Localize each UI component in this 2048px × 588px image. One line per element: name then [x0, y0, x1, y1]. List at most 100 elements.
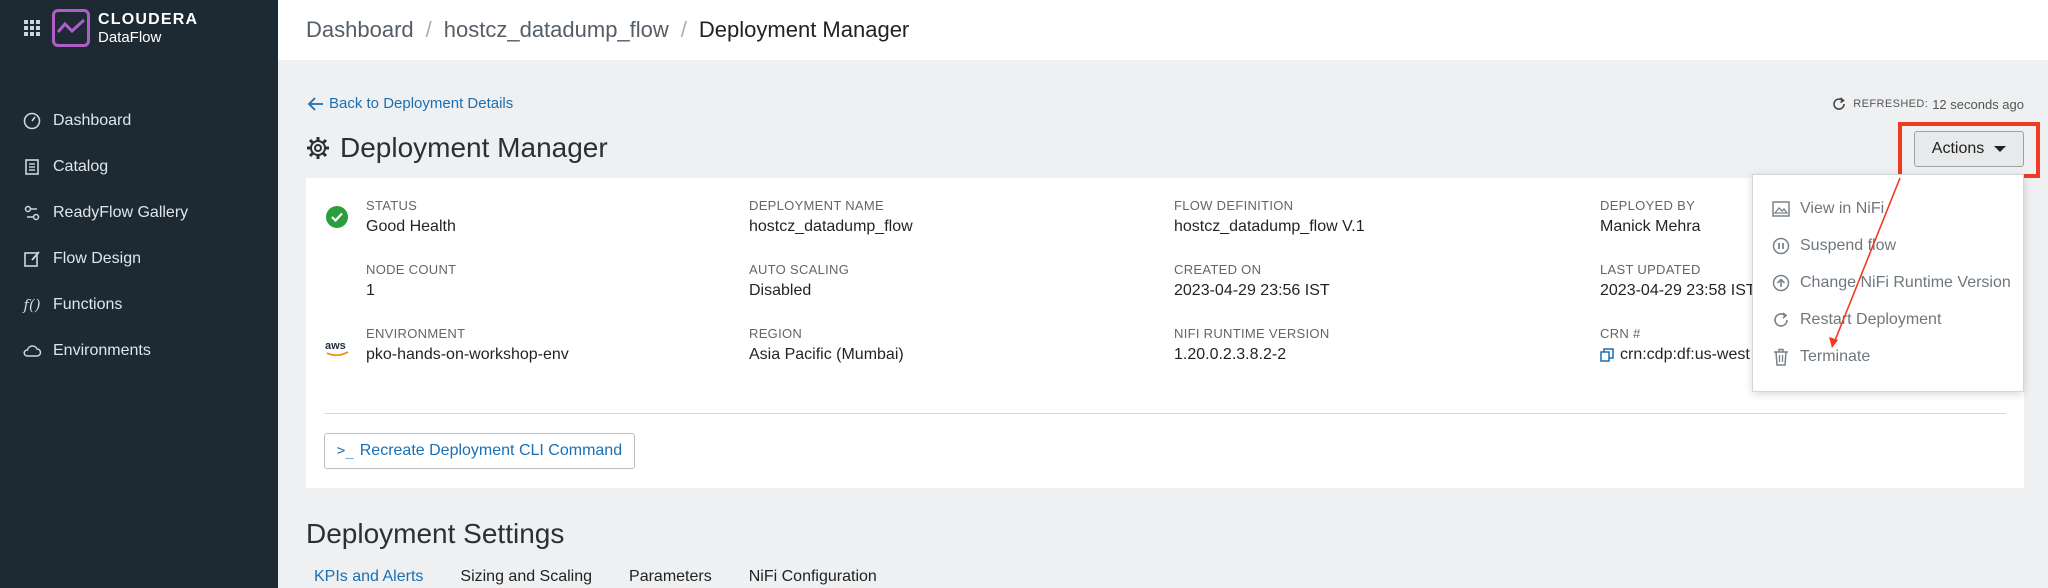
dashboard-gauge-icon: [22, 111, 42, 131]
menu-item-suspend-flow[interactable]: Suspend flow: [1771, 236, 1896, 256]
image-icon: [1771, 199, 1791, 219]
menu-item-terminate[interactable]: Terminate: [1771, 347, 1870, 367]
pause-circle-icon: [1771, 236, 1791, 256]
trash-icon: [1771, 347, 1791, 367]
app-grid-icon[interactable]: [24, 20, 40, 36]
refresh-icon[interactable]: [1831, 96, 1847, 112]
nifi-runtime-version-field: NIFI RUNTIME VERSION 1.20.0.2.3.8.2-2: [1174, 326, 1330, 364]
menu-item-label: Suspend flow: [1800, 237, 1897, 254]
auto-scaling-field: AUTO SCALING Disabled: [749, 262, 849, 300]
field-value: 2023-04-29 23:58 IST: [1600, 282, 1756, 299]
sidebar-item-functions[interactable]: f() Functions: [0, 282, 278, 328]
breadcrumb-separator: /: [680, 17, 687, 42]
field-value: pko-hands-on-workshop-env: [366, 346, 569, 363]
flow-design-icon: [22, 249, 42, 269]
status-field: STATUS Good Health: [366, 198, 456, 236]
sidebar-item-catalog[interactable]: Catalog: [0, 144, 278, 190]
sidebar-item-label: ReadyFlow Gallery: [53, 204, 189, 221]
deployed-by-field: DEPLOYED BY Manick Mehra: [1600, 198, 1700, 236]
product-name: DataFlow: [98, 29, 162, 46]
deployment-name-field: DEPLOYMENT NAME hostcz_datadump_flow: [749, 198, 913, 236]
sidebar-item-environments[interactable]: Environments: [0, 328, 278, 374]
flow-definition-field: FLOW DEFINITION hostcz_datadump_flow V.1: [1174, 198, 1365, 236]
crn-field: CRN # crn:cdp:df:us-west: [1600, 326, 1750, 364]
field-value: Manick Mehra: [1600, 218, 1701, 235]
field-label: CREATED ON: [1174, 262, 1262, 277]
field-value: Asia Pacific (Mumbai): [749, 346, 904, 363]
field-value: hostcz_datadump_flow: [749, 218, 913, 235]
cli-button-label: Recreate Deployment CLI Command: [359, 442, 623, 459]
refresh-status: REFRESHED: 12 seconds ago: [1831, 96, 2024, 112]
field-label: CRN #: [1600, 326, 1641, 341]
sidebar-item-label: Environments: [53, 342, 151, 359]
sidebar-item-label: Catalog: [53, 158, 109, 175]
menu-item-restart-deployment[interactable]: Restart Deployment: [1771, 310, 1941, 330]
menu-item-change-nifi-runtime[interactable]: Change NiFi Runtime Version: [1771, 273, 2011, 293]
aws-logo-text: aws: [325, 340, 346, 352]
tab-kpis-and-alerts[interactable]: KPIs and Alerts: [314, 568, 423, 586]
menu-item-view-in-nifi[interactable]: View in NiFi: [1771, 199, 1884, 219]
gear-icon: [307, 137, 329, 159]
field-label: FLOW DEFINITION: [1174, 198, 1294, 213]
tab-nifi-configuration[interactable]: NiFi Configuration: [749, 568, 877, 586]
menu-item-label: View in NiFi: [1800, 200, 1885, 217]
tab-parameters[interactable]: Parameters: [629, 568, 712, 586]
sidebar: CLOUDERA DataFlow Dashboard Catalog Read…: [0, 0, 278, 588]
sidebar-item-label: Flow Design: [53, 250, 142, 267]
aws-logo-icon: aws: [324, 338, 352, 358]
copy-icon[interactable]: [1600, 348, 1614, 362]
node-count-field: NODE COUNT 1: [366, 262, 456, 300]
field-label: NODE COUNT: [366, 262, 457, 277]
sidebar-item-dashboard[interactable]: Dashboard: [0, 98, 278, 144]
sidebar-item-label: Dashboard: [53, 112, 132, 129]
field-label: LAST UPDATED: [1600, 262, 1701, 277]
recreate-cli-command-button[interactable]: >_ Recreate Deployment CLI Command: [324, 433, 635, 469]
field-label: DEPLOYMENT NAME: [749, 198, 885, 213]
refreshed-value: 12 seconds ago: [1932, 96, 2024, 112]
field-label: NIFI RUNTIME VERSION: [1174, 326, 1330, 341]
page-title-text: Deployment Manager: [340, 132, 608, 163]
breadcrumb-dashboard[interactable]: Dashboard: [306, 17, 414, 43]
actions-dropdown-menu: View in NiFi Suspend flow Change NiFi Ru…: [1752, 174, 2024, 392]
menu-item-label: Restart Deployment: [1800, 311, 1942, 328]
created-on-field: CREATED ON 2023-04-29 23:56 IST: [1174, 262, 1330, 300]
menu-item-label: Change NiFi Runtime Version: [1800, 274, 2011, 291]
breadcrumb-flow[interactable]: hostcz_datadump_flow: [444, 17, 669, 43]
functions-icon: f(): [23, 296, 41, 314]
deployment-settings-title: Deployment Settings: [306, 518, 565, 549]
field-label: STATUS: [366, 198, 418, 213]
menu-item-label: Terminate: [1800, 348, 1871, 365]
breadcrumb-separator: /: [425, 17, 432, 42]
cloud-icon: [22, 341, 42, 361]
field-value: 1.20.0.2.3.8.2-2: [1174, 346, 1287, 363]
upgrade-circle-icon: [1771, 273, 1791, 293]
field-value: hostcz_datadump_flow V.1: [1174, 218, 1365, 235]
annotation-highlight-box: [1898, 122, 2040, 178]
sidebar-item-label: Functions: [53, 296, 123, 313]
crn-value-row: crn:cdp:df:us-west: [1600, 346, 1750, 364]
environment-field: ENVIRONMENT pko-hands-on-workshop-env: [366, 326, 569, 364]
last-updated-field: LAST UPDATED 2023-04-29 23:58 IST: [1600, 262, 1756, 300]
brand-name: CLOUDERA: [98, 11, 199, 28]
refreshed-label: REFRESHED:: [1853, 98, 1929, 110]
sidebar-item-readyflow-gallery[interactable]: ReadyFlow Gallery: [0, 190, 278, 236]
back-link-label: Back to Deployment Details: [329, 95, 514, 112]
back-to-deployment-details-link[interactable]: Back to Deployment Details: [308, 95, 513, 112]
page-title: Deployment Manager: [306, 132, 608, 164]
sidebar-nav: Dashboard Catalog ReadyFlow Gallery Flow…: [0, 98, 278, 374]
region-field: REGION Asia Pacific (Mumbai): [749, 326, 904, 364]
field-value: Disabled: [749, 282, 812, 299]
catalog-icon: [22, 157, 42, 177]
field-label: REGION: [749, 326, 803, 341]
check-circle-icon: [326, 206, 348, 228]
breadcrumb: Dashboard / hostcz_datadump_flow / Deplo…: [278, 0, 2048, 60]
readyflow-icon: [22, 203, 42, 223]
field-label: ENVIRONMENT: [366, 326, 466, 341]
tab-sizing-and-scaling[interactable]: Sizing and Scaling: [460, 568, 592, 586]
field-value: crn:cdp:df:us-west: [1620, 346, 1750, 363]
field-value: 2023-04-29 23:56 IST: [1174, 282, 1330, 299]
settings-tabs: KPIs and Alerts Sizing and Scaling Param…: [314, 568, 914, 586]
restart-icon: [1771, 310, 1791, 330]
sidebar-item-flow-design[interactable]: Flow Design: [0, 236, 278, 282]
field-value: Good Health: [366, 218, 456, 235]
